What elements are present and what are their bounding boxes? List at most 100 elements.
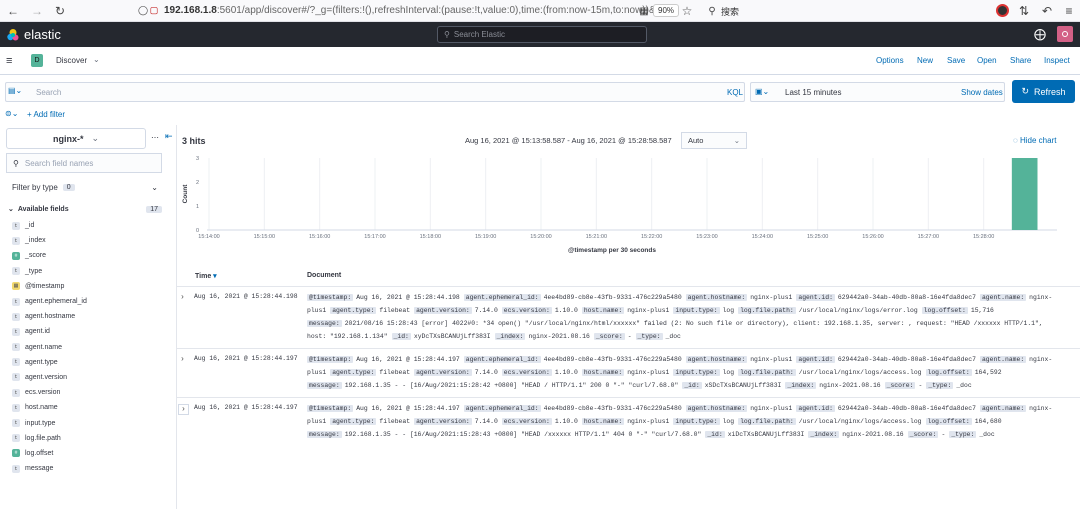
hamburger-menu-icon[interactable]: ≡ [6, 55, 12, 67]
filter-by-type[interactable]: Filter by type 0 ⌄ [6, 177, 162, 197]
field-item[interactable]: # _score [0, 248, 165, 263]
available-fields-header[interactable]: ⌄ Available fields 17 [0, 202, 165, 216]
x-tick-label: 15:27:00 [918, 234, 939, 240]
sync-icon[interactable]: ⇅ [1017, 4, 1031, 18]
table-row[interactable]: › Aug 16, 2021 @ 15:28:44.197 @timestamp: A… [177, 397, 1080, 447]
chevron-down-icon[interactable]: ⌄ [93, 55, 100, 64]
field-name: host.name [25, 404, 58, 412]
collapse-sidebar-icon[interactable]: ⇤ [165, 131, 173, 142]
field-value: log [722, 418, 735, 425]
field-search-input[interactable]: ⚲ Search field names [6, 153, 162, 173]
filter-options-icon[interactable]: ⊜⌄ [5, 109, 18, 118]
field-item[interactable]: t agent.version [0, 370, 165, 385]
add-filter-button[interactable]: + Add filter [27, 110, 65, 119]
global-search-input[interactable]: ⚲ Search Elastic [437, 26, 647, 43]
column-time[interactable]: Time ▾ [195, 272, 217, 280]
field-key: _score: [593, 333, 625, 340]
field-item[interactable]: t input.type [0, 415, 165, 430]
hide-chart-button[interactable]: ◌ Hide chart [1013, 136, 1056, 145]
field-value: 192.168.1.35 - - [16/Aug/2021:15:28:42 +… [344, 382, 679, 389]
field-item[interactable]: t _id [0, 218, 165, 233]
reload-icon[interactable]: ↻ [53, 4, 67, 18]
column-document: Document [307, 272, 342, 279]
query-input[interactable]: ▤⌄ Search KQL [5, 82, 745, 102]
string-field-icon: t [12, 343, 20, 352]
field-value: xSDcTXsBCANUjLff383I [704, 382, 782, 389]
bookmark-star-icon[interactable]: ☆ [680, 4, 694, 18]
x-tick-label: 15:20:00 [530, 234, 551, 240]
more-options-icon[interactable]: ⋯ [151, 133, 159, 142]
space-avatar[interactable]: D [31, 54, 43, 67]
time-range-label[interactable]: Last 15 minutes [785, 88, 841, 97]
qr-code-icon[interactable]: ▦ [637, 4, 651, 18]
kql-toggle[interactable]: KQL [727, 88, 743, 97]
interval-select[interactable]: Auto ⌄ [681, 132, 747, 149]
field-item[interactable]: t agent.ephemeral_id [0, 294, 165, 309]
extension-icon[interactable] [996, 4, 1009, 17]
help-icon[interactable]: ⨁ [1034, 27, 1046, 41]
field-item[interactable]: t agent.type [0, 355, 165, 370]
zoom-level[interactable]: 90% [653, 4, 680, 17]
menu-icon[interactable]: ≡ [1062, 4, 1076, 18]
field-item[interactable]: t message [0, 461, 165, 476]
field-key: agent.hostname: [685, 294, 748, 301]
field-item[interactable]: t agent.id [0, 324, 165, 339]
hits-count: 3 hits [182, 136, 206, 146]
user-avatar[interactable] [1057, 26, 1073, 42]
field-value: Aug 16, 2021 @ 15:28:44.198 [356, 294, 460, 301]
field-item[interactable]: t log.file.path [0, 431, 165, 446]
string-field-icon: t [12, 236, 20, 245]
document-line: message: 192.168.1.35 - - [16/Aug/2021:15… [307, 428, 1062, 441]
menu-options[interactable]: Options [876, 56, 904, 65]
field-item[interactable]: t ecs.version [0, 385, 165, 400]
user-icon [1062, 31, 1068, 37]
menu-open[interactable]: Open [977, 56, 997, 65]
field-item[interactable]: t agent.name [0, 340, 165, 355]
back-icon[interactable]: ← [6, 4, 20, 18]
menu-share[interactable]: Share [1010, 56, 1031, 65]
string-field-icon: t [12, 221, 20, 230]
field-value: xiDcTXsBCANUjLff383I [727, 431, 805, 438]
field-value: 2021/08/16 15:28:43 [error] 4022#0: *34 … [344, 320, 1043, 327]
field-item[interactable]: ▦ @timestamp [0, 279, 165, 294]
table-row[interactable]: › Aug 16, 2021 @ 15:28:44.198 @timestamp: A… [177, 286, 1080, 348]
field-item[interactable]: # log.offset [0, 446, 165, 461]
y-tick-label: 1 [196, 204, 199, 210]
menu-inspect[interactable]: Inspect [1044, 56, 1070, 65]
field-item[interactable]: t _type [0, 264, 165, 279]
menu-save[interactable]: Save [947, 56, 965, 65]
expand-row-icon[interactable]: › [180, 293, 185, 302]
eye-closed-icon: ◌ [1013, 136, 1018, 145]
refresh-button[interactable]: ↻ Refresh [1012, 80, 1075, 103]
field-item[interactable]: t agent.hostname [0, 309, 165, 324]
browser-search-input[interactable]: 搜索 [721, 5, 739, 18]
expand-row-icon[interactable]: › [180, 355, 185, 364]
table-row[interactable]: › Aug 16, 2021 @ 15:28:44.197 @timestamp: A… [177, 348, 1080, 397]
field-value: nginx-2021.08.16 [842, 431, 904, 438]
field-key: agent.hostname: [685, 405, 748, 412]
breadcrumb-discover[interactable]: Discover [56, 56, 87, 65]
field-item[interactable]: t host.name [0, 400, 165, 415]
calendar-icon[interactable]: ▣⌄ [755, 87, 769, 96]
expand-row-icon[interactable]: › [178, 404, 189, 415]
string-field-icon: t [12, 267, 20, 276]
field-key: message: [307, 382, 342, 389]
forward-icon[interactable]: → [30, 4, 44, 18]
undo-icon[interactable]: ↶ [1040, 4, 1054, 18]
saved-query-icon[interactable]: ▤⌄ [8, 86, 22, 95]
row-document: @timestamp: Aug 16, 2021 @ 15:28:44.197 ag… [307, 402, 1062, 441]
menu-new[interactable]: New [917, 56, 933, 65]
url-bar[interactable]: ◯ ▢ 192.168.1.8 :5601/app/discover#/?_g=… [138, 2, 698, 19]
show-dates-button[interactable]: Show dates [961, 88, 1003, 97]
field-item[interactable]: t _index [0, 233, 165, 248]
field-key: agent.type: [330, 307, 377, 314]
x-tick-label: 15:24:00 [752, 234, 773, 240]
time-picker[interactable]: ▣⌄ Last 15 minutes Show dates [750, 82, 1005, 102]
field-key: log.file.path: [738, 369, 796, 376]
index-pattern-selector[interactable]: nginx-* ⌄ [6, 128, 146, 149]
date-field-icon: ▦ [12, 282, 20, 291]
elastic-logo[interactable]: elastic [6, 27, 61, 42]
field-name: _index [25, 237, 46, 245]
field-key: agent.version: [414, 369, 472, 376]
string-field-icon: t [12, 403, 20, 412]
